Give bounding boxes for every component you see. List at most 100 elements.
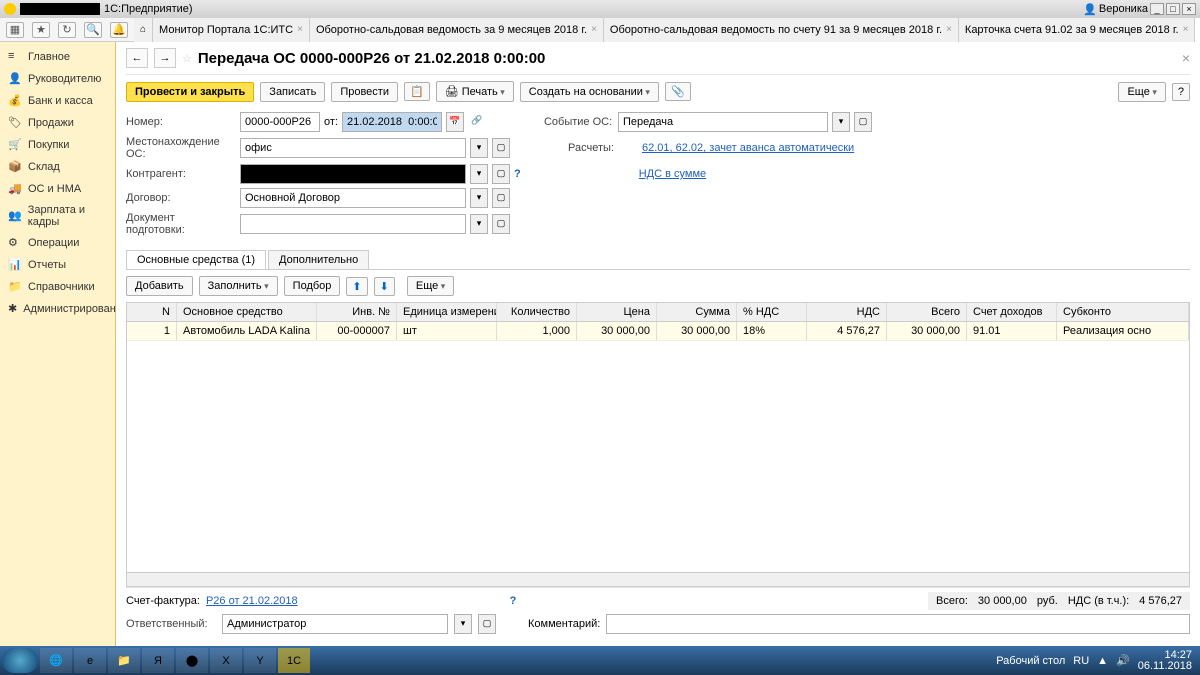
open-icon[interactable]: ▢ <box>854 112 872 132</box>
help-icon[interactable]: ? <box>510 595 517 607</box>
close-button[interactable]: × <box>1182 3 1196 15</box>
attach-button[interactable]: 📎 <box>665 82 691 101</box>
close-icon[interactable]: × <box>591 24 597 35</box>
close-icon[interactable]: × <box>946 24 952 35</box>
sidebar-item-main[interactable]: ≡Главное <box>0 46 115 68</box>
sidebar-item-bank[interactable]: 💰Банк и касса <box>0 90 115 112</box>
sidebar-item-refs[interactable]: 📁Справочники <box>0 276 115 298</box>
dropdown-icon[interactable]: ▾ <box>470 138 488 158</box>
link-icon[interactable]: 🔗 <box>468 112 486 132</box>
sidebar-item-operations[interactable]: ⚙Операции <box>0 232 115 254</box>
sidebar-item-sales[interactable]: 🏷Продажи <box>0 112 115 134</box>
save-button[interactable]: Записать <box>260 82 325 102</box>
resp-input[interactable] <box>222 614 448 634</box>
dropdown-icon[interactable]: ▾ <box>470 164 488 184</box>
close-icon[interactable]: × <box>1182 50 1190 66</box>
taskbar-app[interactable]: Y <box>244 648 276 673</box>
sidebar-item-manager[interactable]: 👤Руководителю <box>0 68 115 90</box>
number-input[interactable] <box>240 112 320 132</box>
prepdoc-input[interactable] <box>240 214 466 234</box>
close-icon[interactable]: × <box>297 24 303 35</box>
taskbar-app[interactable]: X <box>210 648 242 673</box>
add-button[interactable]: Добавить <box>126 276 193 296</box>
subtab-main[interactable]: Основные средства (1) <box>126 250 266 269</box>
pick-button[interactable]: Подбор <box>284 276 341 296</box>
contract-input[interactable] <box>240 188 466 208</box>
post-close-button[interactable]: Провести и закрыть <box>126 82 254 102</box>
dropdown-icon[interactable]: ▾ <box>454 614 472 634</box>
counterparty-input[interactable] <box>240 164 466 184</box>
dropdown-icon[interactable]: ▾ <box>470 188 488 208</box>
table: N Основное средство Инв. № Единица измер… <box>126 302 1190 587</box>
open-icon[interactable]: ▢ <box>492 214 510 234</box>
maximize-button[interactable]: □ <box>1166 3 1180 15</box>
total-label: Всего: <box>936 595 968 607</box>
clock[interactable]: 14:27 06.11.2018 <box>1138 650 1192 672</box>
dropdown-icon[interactable]: ▾ <box>832 112 850 132</box>
comment-input[interactable] <box>606 614 1190 634</box>
prepdoc-label: Документ подготовки: <box>126 212 236 236</box>
close-icon[interactable]: × <box>1183 24 1189 35</box>
sf-link[interactable]: Р26 от 21.02.2018 <box>206 595 298 607</box>
history-icon[interactable]: ↻ <box>58 22 76 38</box>
open-icon[interactable]: ▢ <box>492 188 510 208</box>
movements-button[interactable]: 📋 <box>404 82 430 101</box>
post-button[interactable]: Провести <box>331 82 398 102</box>
print-button[interactable]: 🖨 Печать <box>436 81 514 102</box>
tab-1[interactable]: Оборотно-сальдовая ведомость за 9 месяце… <box>310 18 604 42</box>
dropdown-icon[interactable]: ▾ <box>470 214 488 234</box>
more-button[interactable]: Еще <box>407 276 454 296</box>
taskbar-app[interactable]: 🌐 <box>40 648 72 673</box>
subtab-add[interactable]: Дополнительно <box>268 250 369 269</box>
nds-link[interactable]: НДС в сумме <box>639 168 706 180</box>
help-button[interactable]: ? <box>1172 83 1190 101</box>
apps-icon[interactable]: ▦ <box>6 22 24 38</box>
start-button[interactable] <box>2 648 38 673</box>
open-icon[interactable]: ▢ <box>492 164 510 184</box>
date-input[interactable] <box>342 112 442 132</box>
table-row[interactable]: 1 Автомобиль LADA Kalina 00-000007 шт 1,… <box>127 322 1189 341</box>
taskbar-app[interactable]: e <box>74 648 106 673</box>
tab-0[interactable]: Монитор Портала 1С:ИТС× <box>153 18 310 42</box>
search-icon[interactable]: 🔍 <box>84 22 102 38</box>
tab-2[interactable]: Оборотно-сальдовая ведомость по счету 91… <box>604 18 959 42</box>
sidebar-item-reports[interactable]: 📊Отчеты <box>0 254 115 276</box>
tab-3[interactable]: Карточка счета 91.02 за 9 месяцев 2018 г… <box>959 18 1196 42</box>
settlements-link[interactable]: 62.01, 62.02, зачет аванса автоматически <box>642 142 854 154</box>
calendar-icon[interactable]: 📅 <box>446 112 464 132</box>
location-input[interactable] <box>240 138 466 158</box>
taskbar-app[interactable]: ⬤ <box>176 648 208 673</box>
window-titlebar: 1С:Предприятие) 👤 Вероника _ □ × <box>0 0 1200 18</box>
taskbar-app[interactable]: Я <box>142 648 174 673</box>
tab-4[interactable]: Передача ОС 0000-000Р26 от 21.02.2018 0:… <box>1195 18 1200 42</box>
vat-label: НДС (в т.ч.): <box>1068 595 1129 607</box>
lang-indicator[interactable]: RU <box>1073 655 1089 667</box>
open-icon[interactable]: ▢ <box>478 614 496 634</box>
tray-icon[interactable]: 🔊 <box>1116 654 1130 667</box>
sidebar-item-warehouse[interactable]: 📦Склад <box>0 156 115 178</box>
create-based-button[interactable]: Создать на основании <box>520 82 659 102</box>
sidebar-item-purchases[interactable]: 🛒Покупки <box>0 134 115 156</box>
open-icon[interactable]: ▢ <box>492 138 510 158</box>
taskbar-app[interactable]: 📁 <box>108 648 140 673</box>
more-button[interactable]: Еще <box>1118 82 1165 102</box>
help-icon[interactable]: ? <box>514 168 521 180</box>
taskbar-app[interactable]: 1С <box>278 648 310 673</box>
nav-back[interactable]: ← <box>126 48 148 68</box>
tray-icon[interactable]: ▲ <box>1097 655 1108 667</box>
move-down-button[interactable]: ⬇ <box>374 277 395 296</box>
desktop-label[interactable]: Рабочий стол <box>996 655 1065 667</box>
move-up-button[interactable]: ⬆ <box>346 277 367 296</box>
star-icon[interactable]: ☆ <box>182 52 192 65</box>
minimize-button[interactable]: _ <box>1150 3 1164 15</box>
nav-fwd[interactable]: → <box>154 48 176 68</box>
star-icon[interactable]: ★ <box>32 22 50 38</box>
fill-button[interactable]: Заполнить <box>199 276 278 296</box>
sidebar-item-assets[interactable]: 🚚ОС и НМА <box>0 178 115 200</box>
event-input[interactable] <box>618 112 828 132</box>
sidebar-item-salary[interactable]: 👥Зарплата и кадры <box>0 200 115 232</box>
sidebar-item-admin[interactable]: ✱Администрирование <box>0 298 115 320</box>
scrollbar[interactable] <box>127 572 1189 586</box>
bell-icon[interactable]: 🔔 <box>110 22 128 38</box>
home-tab[interactable]: ⌂ <box>134 18 153 42</box>
